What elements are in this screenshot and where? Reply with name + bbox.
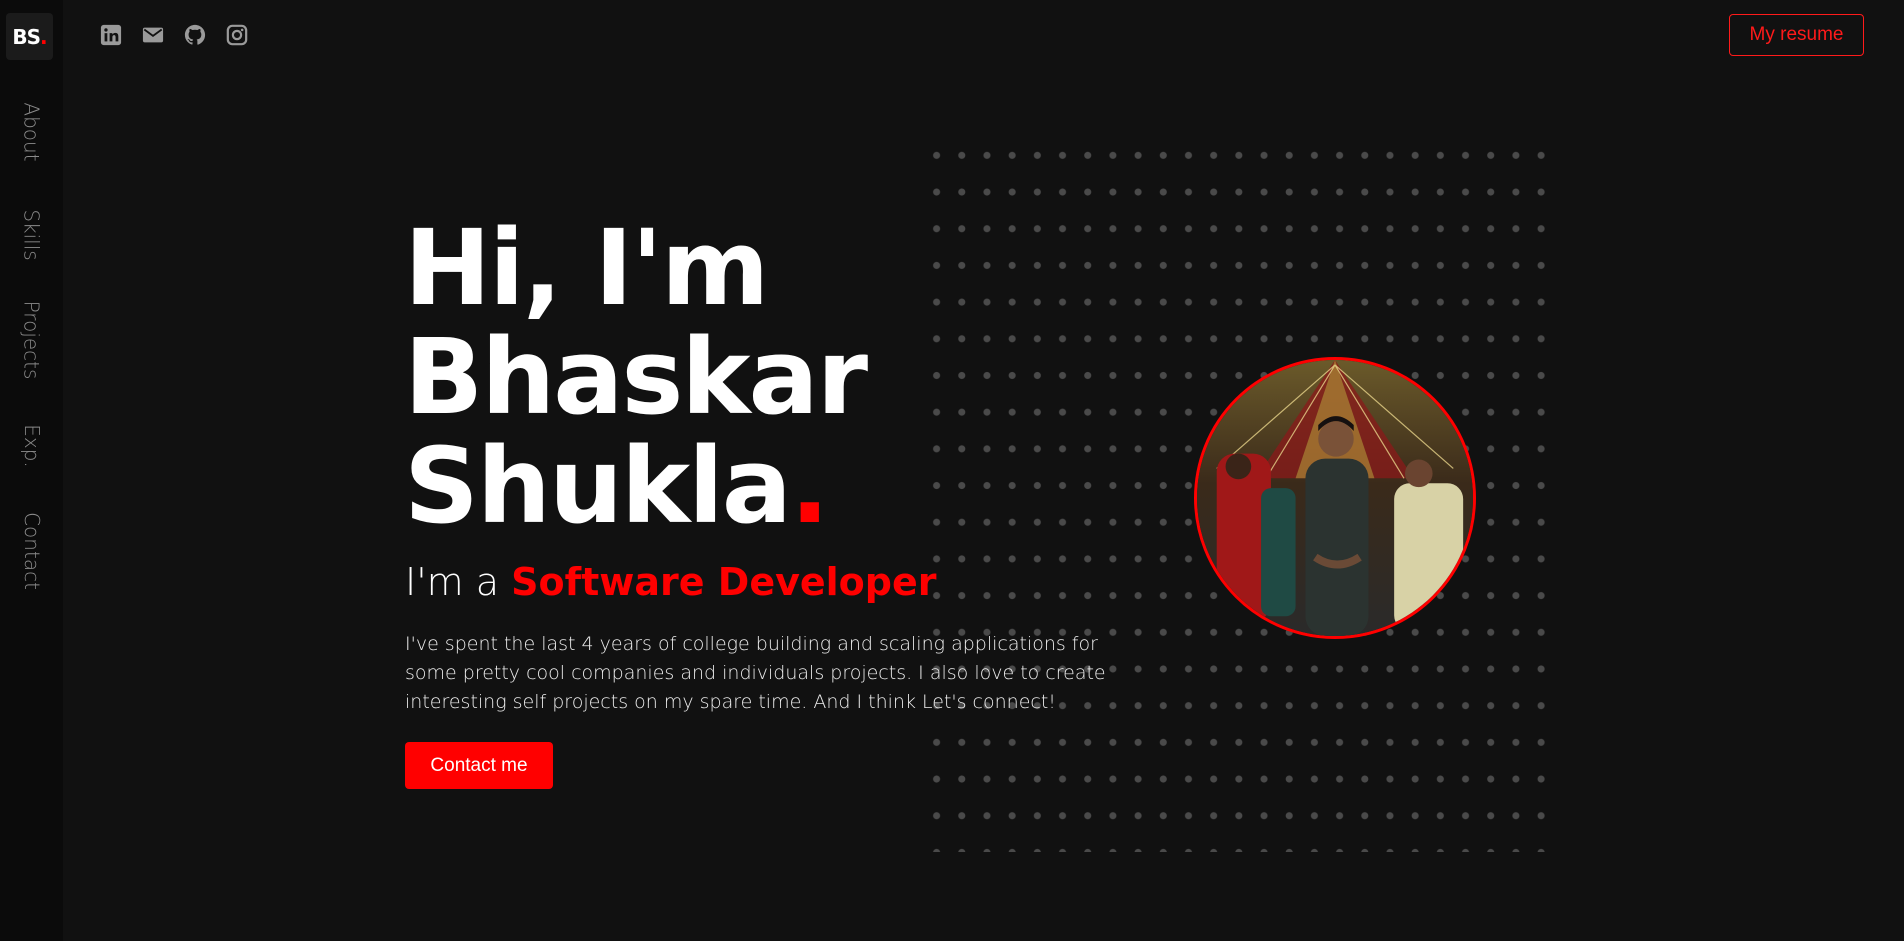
hero-line-3: Shukla. xyxy=(404,432,866,541)
mail-icon[interactable] xyxy=(142,24,164,46)
hero-subtitle: I'm a Software Developer xyxy=(405,560,937,604)
profile-photo-illustration xyxy=(1197,360,1473,636)
subtitle-role: Software Developer xyxy=(511,560,937,604)
sidebar-item-label: Projects xyxy=(19,300,44,380)
sidebar-item-contact[interactable]: Contact xyxy=(0,511,63,591)
linkedin-icon[interactable] xyxy=(100,24,122,46)
subtitle-prefix: I'm a xyxy=(405,560,512,604)
sidebar-item-label: Exp. xyxy=(19,424,44,468)
hero-title: Hi, I'm Bhaskar Shukla. xyxy=(404,207,868,541)
logo-dot: . xyxy=(40,24,48,49)
logo-text: BS xyxy=(12,24,41,49)
instagram-icon[interactable] xyxy=(226,24,248,46)
hero-name-last: Shukla xyxy=(404,425,792,547)
hero-line-1: Hi, I'm xyxy=(404,207,769,329)
contact-button[interactable]: Contact me xyxy=(405,742,553,789)
profile-photo xyxy=(1194,357,1476,639)
sidebar-item-exp[interactable]: Exp. xyxy=(0,424,63,468)
github-icon[interactable] xyxy=(184,24,206,46)
hero-dot: . xyxy=(789,425,829,547)
hero-line-2: Bhaskar xyxy=(404,316,868,438)
sidebar-item-skills[interactable]: Skills xyxy=(0,209,63,260)
resume-button[interactable]: My resume xyxy=(1729,14,1864,56)
hero-description: I've spent the last 4 years of college b… xyxy=(405,633,1106,713)
sidebar-item-label: Skills xyxy=(19,209,44,261)
logo[interactable]: BS. xyxy=(6,13,53,60)
sidebar-item-projects[interactable]: Projects xyxy=(0,300,63,380)
sidebar-item-label: About xyxy=(19,102,44,162)
sidebar: BS. About Skills Projects Exp. Contact xyxy=(0,0,63,941)
social-links xyxy=(100,24,248,46)
sidebar-item-about[interactable]: About xyxy=(0,102,63,161)
sidebar-item-label: Contact xyxy=(19,512,44,590)
